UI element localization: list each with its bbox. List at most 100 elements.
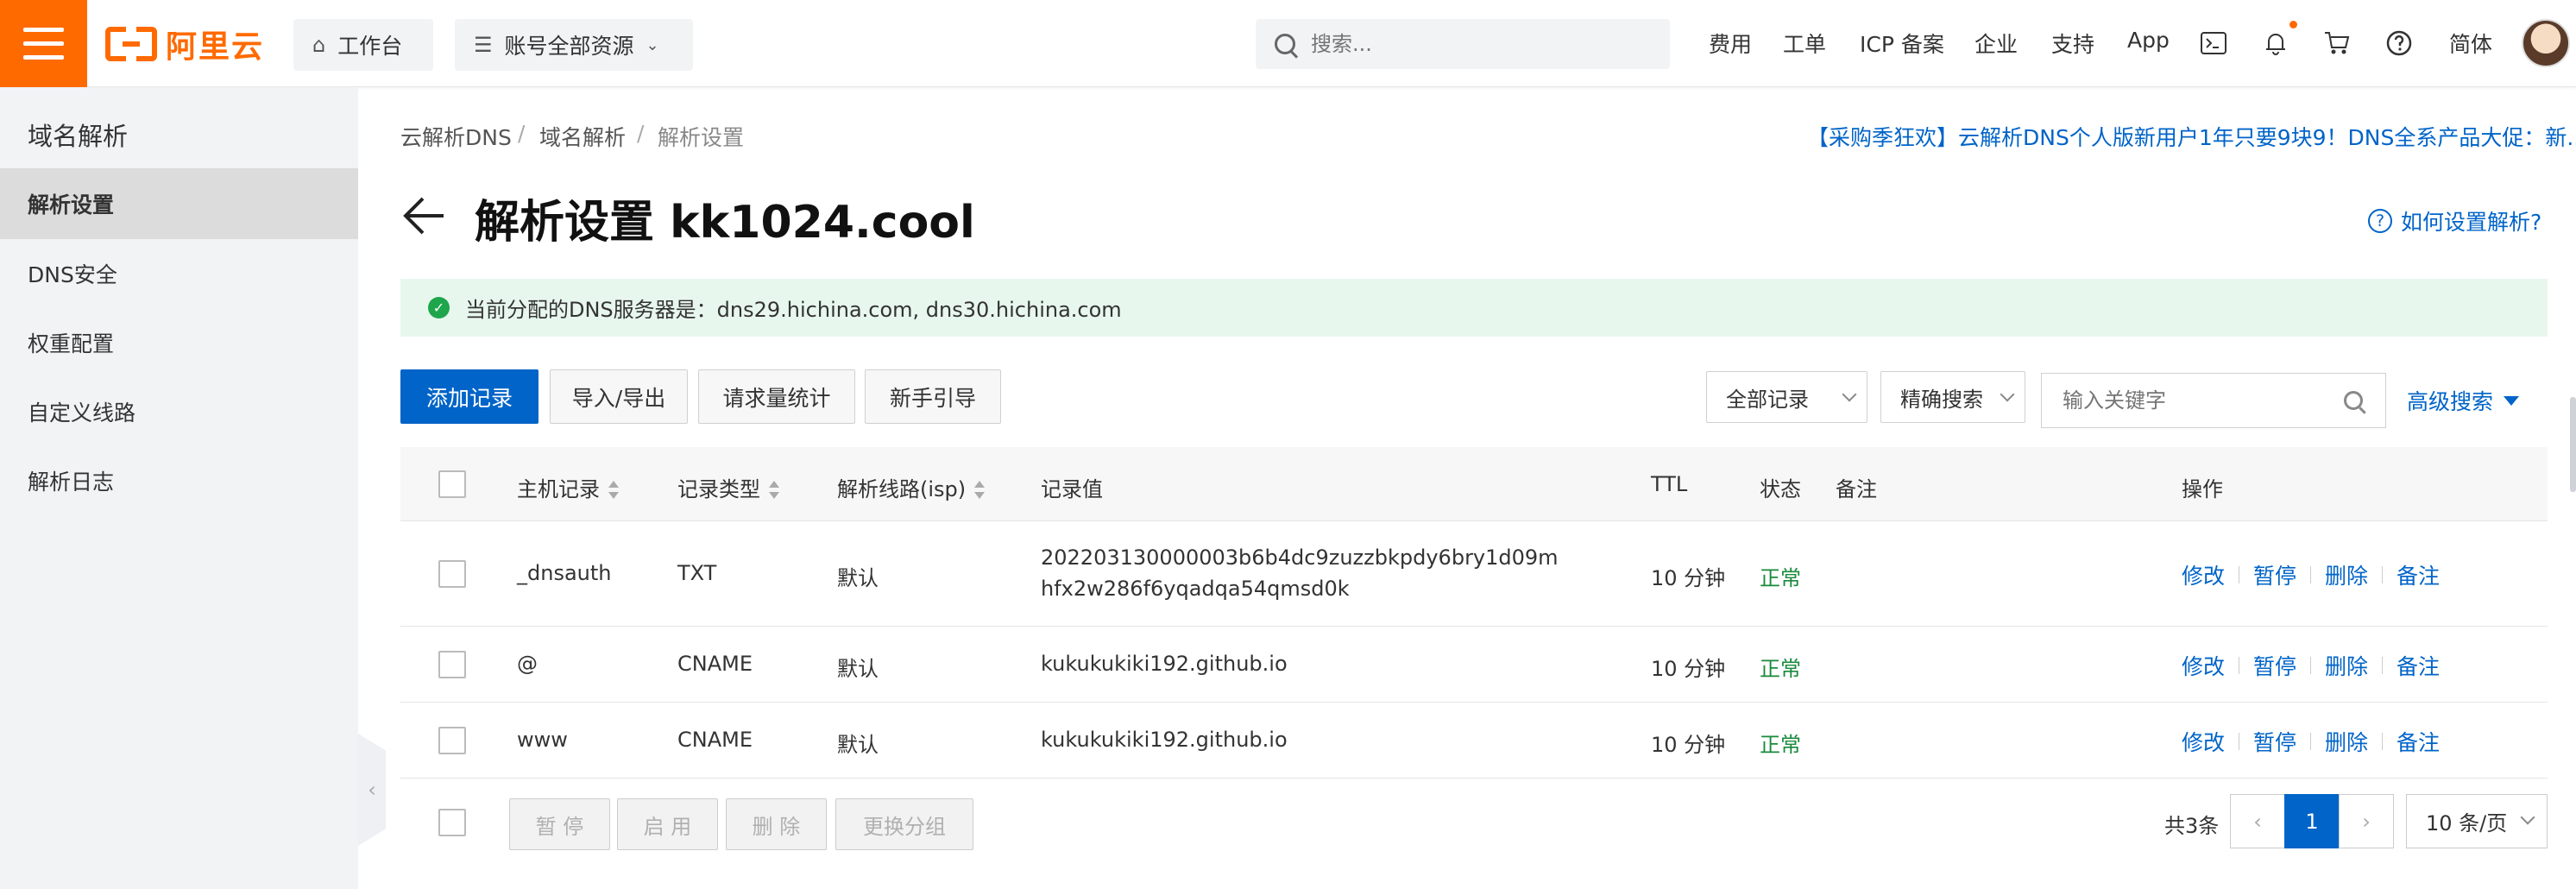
edit-link[interactable]: 修改 [2182, 559, 2225, 590]
edit-link[interactable]: 修改 [2182, 650, 2225, 681]
keyword-search[interactable] [2041, 373, 2386, 428]
chevron-right-icon: › [2362, 809, 2371, 834]
nav-link-app[interactable]: App [2127, 28, 2170, 53]
remark-link[interactable]: 备注 [2396, 726, 2440, 757]
logo-text: 阿里云 [166, 29, 265, 65]
select-all-checkbox[interactable] [438, 470, 466, 498]
request-stats-button[interactable]: 请求量统计 [698, 369, 855, 424]
nav-link-icp[interactable]: ICP 备案 [1860, 28, 1944, 59]
bell-icon[interactable] [2258, 26, 2293, 60]
search-mode-select[interactable]: 精确搜索 [1880, 371, 2025, 423]
menu-icon-line [23, 55, 64, 60]
logo-icon [105, 27, 157, 61]
cell-value: kukukukiki192.github.io [1041, 652, 1288, 676]
cart-icon[interactable] [2320, 26, 2354, 60]
help-icon[interactable] [2382, 26, 2416, 60]
promo-banner-link[interactable]: 【采购季狂欢】云解析DNS个人版新用户1年只要9块9！DNS全系产品大促：新..… [1807, 121, 2576, 152]
scrollbar[interactable] [2570, 397, 2576, 492]
delete-link[interactable]: 删除 [2325, 650, 2368, 681]
cell-ttl: 10 分钟 [1651, 566, 1726, 590]
check-circle-icon: ✓ [428, 297, 450, 318]
batch-delete-button[interactable]: 删 除 [726, 798, 827, 850]
advanced-search-toggle[interactable]: 高级搜索 [2407, 385, 2520, 416]
cell-type: CNAME [677, 728, 753, 752]
sidebar-item-label: 自定义线路 [28, 400, 136, 426]
record-filter-value: 全部记录 [1726, 387, 1809, 412]
nav-link-tickets[interactable]: 工单 [1783, 28, 1826, 59]
divider [2310, 657, 2312, 674]
edit-link[interactable]: 修改 [2182, 726, 2225, 757]
sort-icon[interactable] [974, 481, 986, 500]
sort-icon[interactable] [769, 481, 779, 500]
import-export-button[interactable]: 导入/导出 [550, 369, 688, 424]
sort-icon[interactable] [608, 481, 619, 500]
breadcrumb-separator: / [518, 121, 526, 146]
batch-enable-button[interactable]: 启 用 [617, 798, 718, 850]
cell-ttl: 10 分钟 [1651, 657, 1726, 681]
how-to-configure-link[interactable]: ? 如何设置解析? [2368, 205, 2541, 236]
user-avatar[interactable] [2522, 19, 2570, 67]
pause-link[interactable]: 暂停 [2253, 650, 2296, 681]
terminal-icon[interactable] [2196, 26, 2231, 60]
hamburger-menu-button[interactable] [0, 0, 87, 87]
resources-dropdown[interactable]: ☰ 账号全部资源 ⌄ [455, 19, 693, 71]
footer-select-all-checkbox[interactable] [438, 809, 466, 836]
table-header: 主机记录 记录类型 解析线路(isp) 记录值 TTL 状态 备注 操作 [400, 447, 2548, 521]
sidebar-item-label: 权重配置 [28, 331, 115, 356]
chevron-down-icon [1842, 387, 1857, 402]
language-switch[interactable]: 简体 [2449, 28, 2492, 59]
remark-link[interactable]: 备注 [2396, 650, 2440, 681]
top-navbar: 阿里云 ⌂ 工作台 ☰ 账号全部资源 ⌄ 费用 工单 ICP 备案 企业 支持 … [0, 0, 2576, 87]
nav-link-enterprise[interactable]: 企业 [1975, 28, 2018, 59]
workbench-button[interactable]: ⌂ 工作台 [293, 19, 433, 71]
sidebar-collapse-handle[interactable]: ‹ [358, 734, 386, 846]
record-filter-select[interactable]: 全部记录 [1706, 371, 1867, 423]
breadcrumb-separator: / [637, 121, 645, 146]
breadcrumb-cloud-dns[interactable]: 云解析DNS [400, 121, 512, 152]
sidebar-item-label: 解析设置 [28, 192, 115, 218]
row-checkbox[interactable] [438, 651, 466, 678]
remark-link[interactable]: 备注 [2396, 559, 2440, 590]
nav-link-fees[interactable]: 费用 [1709, 28, 1752, 59]
keyword-input[interactable] [2061, 388, 2320, 413]
cell-ttl: 10 分钟 [1651, 733, 1726, 757]
sidebar-item-resolution-log[interactable]: 解析日志 [0, 445, 358, 516]
row-checkbox[interactable] [438, 560, 466, 588]
prev-page-button[interactable]: ‹ [2230, 794, 2285, 848]
sidebar-item-dns-security[interactable]: DNS安全 [0, 238, 358, 309]
row-checkbox[interactable] [438, 727, 466, 754]
breadcrumb-domain-resolution[interactable]: 域名解析 [539, 121, 626, 152]
chevron-left-icon: ‹ [368, 778, 376, 802]
global-search[interactable] [1256, 19, 1670, 69]
divider [2382, 657, 2384, 674]
pause-link[interactable]: 暂停 [2253, 559, 2296, 590]
aliyun-logo[interactable]: 阿里云 [105, 24, 265, 65]
caret-down-icon [2504, 395, 2520, 406]
header-value: 记录值 [1041, 477, 1103, 501]
sidebar-item-weight-config[interactable]: 权重配置 [0, 307, 358, 378]
back-arrow-icon[interactable] [400, 192, 449, 240]
header-host[interactable]: 主机记录 [517, 472, 619, 502]
sidebar-item-custom-lines[interactable]: 自定义线路 [0, 376, 358, 447]
cell-host: _dnsauth [517, 561, 612, 585]
change-group-button[interactable]: 更换分组 [835, 798, 973, 850]
global-search-input[interactable] [1309, 31, 1637, 57]
beginner-guide-button[interactable]: 新手引导 [865, 369, 1001, 424]
divider [2310, 566, 2312, 583]
pause-link[interactable]: 暂停 [2253, 726, 2296, 757]
header-line[interactable]: 解析线路(isp) [837, 472, 986, 502]
row-actions: 修改 暂停 删除 备注 [2182, 726, 2440, 757]
next-page-button[interactable]: › [2339, 794, 2394, 848]
chevron-down-icon [2000, 387, 2015, 402]
search-icon[interactable] [2344, 391, 2363, 410]
delete-link[interactable]: 删除 [2325, 559, 2368, 590]
add-record-button[interactable]: 添加记录 [400, 369, 539, 424]
header-type[interactable]: 记录类型 [677, 472, 779, 502]
delete-link[interactable]: 删除 [2325, 726, 2368, 757]
cell-status: 正常 [1760, 733, 1801, 757]
batch-pause-button[interactable]: 暂 停 [509, 798, 610, 850]
sidebar-item-resolution-settings[interactable]: 解析设置 [0, 168, 358, 239]
nav-link-support[interactable]: 支持 [2051, 28, 2094, 59]
page-size-select[interactable]: 10 条/页 [2406, 794, 2548, 848]
page-number-current[interactable]: 1 [2284, 794, 2340, 848]
